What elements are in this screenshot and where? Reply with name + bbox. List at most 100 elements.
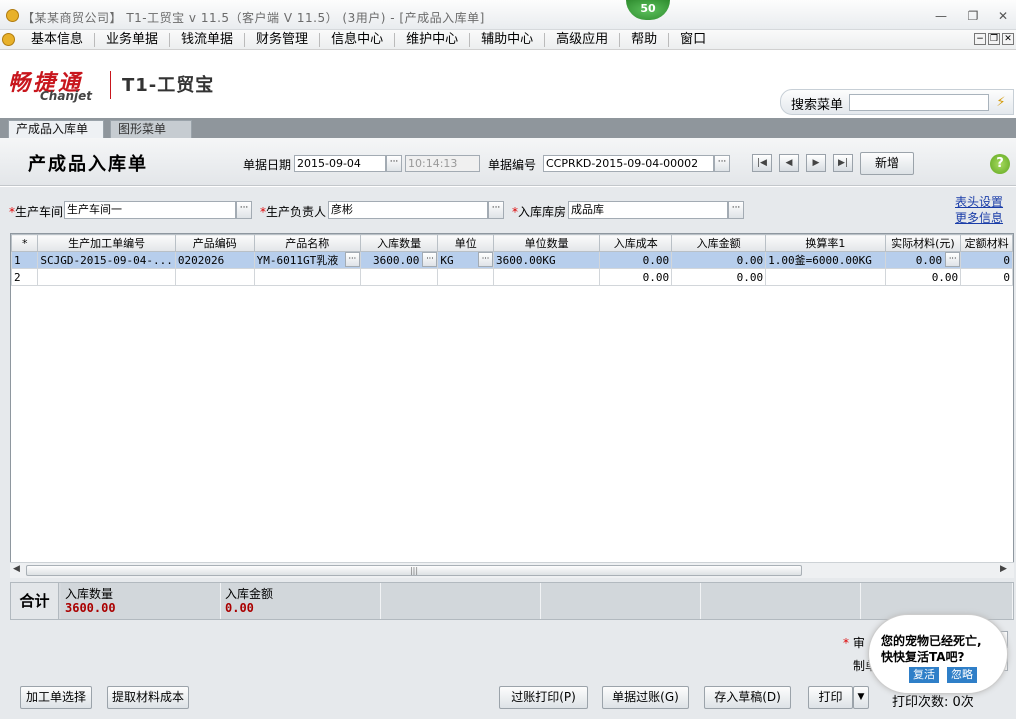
number-select-button[interactable]: ···: [714, 155, 730, 172]
date-field[interactable]: 2015-09-04: [294, 155, 386, 172]
more-info-link[interactable]: 更多信息: [955, 209, 1003, 226]
col-in-cost[interactable]: 入库成本: [599, 234, 673, 252]
detail-table: * 生产加工单编号 产品编码 产品名称 入库数量 单位 单位数量 入库成本 入库…: [11, 234, 1013, 286]
scroll-left-icon[interactable]: ◀: [13, 564, 20, 574]
pet-notification: 您的宠物已经死亡, 快快复活TA吧? 复活 忽略: [868, 614, 1008, 694]
post-and-print-button[interactable]: 过账打印(P): [499, 686, 588, 709]
qty-select-button[interactable]: ···: [422, 252, 437, 267]
warehouse-label: *入库库房: [512, 203, 566, 220]
cell-in-cost[interactable]: 0.00: [599, 268, 673, 286]
manager-field[interactable]: 彦彬: [328, 201, 488, 219]
manager-select-button[interactable]: ···: [488, 201, 504, 219]
menu-maintenance[interactable]: 维护中心: [395, 33, 471, 47]
table-row[interactable]: 2 0.00 0.00 0.00 0: [11, 268, 1013, 286]
cell-in-cost[interactable]: 0.00: [599, 251, 673, 269]
cell-unit-qty[interactable]: [493, 268, 601, 286]
cell-actual-material[interactable]: 0.00 ···: [884, 251, 962, 269]
minimize-button[interactable]: —: [932, 8, 950, 24]
product-select-button[interactable]: ···: [344, 252, 360, 267]
menu-window[interactable]: 窗口: [669, 33, 717, 47]
next-record-button[interactable]: ▶: [806, 154, 826, 172]
search-input[interactable]: [849, 94, 989, 111]
last-record-button[interactable]: ▶|: [833, 154, 853, 172]
tab-finished-goods-receipt[interactable]: 产成品入库单: [8, 120, 104, 138]
cell-conversion-rate[interactable]: [765, 268, 886, 286]
restore-button[interactable]: ❐: [964, 8, 982, 24]
cell-conversion-rate[interactable]: 1.00釜=6000.00KG: [765, 251, 886, 269]
cell-in-amount[interactable]: 0.00: [671, 251, 767, 269]
menu-business-docs[interactable]: 业务单据: [95, 33, 171, 47]
ignore-pet-button[interactable]: 忽略: [947, 667, 977, 683]
select-order-button[interactable]: 加工单选择: [20, 686, 92, 709]
fetch-material-cost-button[interactable]: 提取材料成本: [107, 686, 189, 709]
search-menu-box: 搜索菜单 ⚡: [780, 89, 1014, 115]
save-draft-button[interactable]: 存入草稿(D): [704, 686, 791, 709]
header-settings-link[interactable]: 表头设置: [955, 193, 1003, 210]
col-quota-material[interactable]: 定额材料: [960, 234, 1013, 252]
row-number: 1: [11, 251, 39, 269]
workshop-label-text: 生产车间: [15, 205, 64, 219]
auditor-label-text: 审: [852, 636, 865, 650]
cell-quota-material[interactable]: 0: [960, 251, 1013, 269]
scroll-right-icon[interactable]: ▶: [1000, 564, 1007, 574]
scroll-thumb[interactable]: |||: [26, 565, 802, 576]
workshop-field[interactable]: 生产车间一: [64, 201, 236, 219]
menu-help[interactable]: 帮助: [620, 33, 670, 47]
cell-in-amount[interactable]: 0.00: [671, 268, 767, 286]
prev-record-button[interactable]: ◀: [779, 154, 799, 172]
close-button[interactable]: ✕: [994, 8, 1012, 24]
cell-product-name[interactable]: YM-6011GT乳液 ···: [253, 251, 361, 269]
mdi-close-button[interactable]: ✕: [1002, 33, 1014, 45]
tab-graphic-menu[interactable]: 图形菜单: [110, 120, 192, 138]
required-mark: *: [843, 636, 849, 650]
cell-order-number[interactable]: [37, 268, 176, 286]
new-button[interactable]: 新增: [860, 152, 914, 175]
cell-unit-qty[interactable]: 3600.00KG: [493, 251, 601, 269]
tab-bar: 产成品入库单 图形菜单: [0, 118, 1016, 138]
material-select-button[interactable]: ···: [945, 252, 960, 267]
cell-quota-material[interactable]: 0: [960, 268, 1013, 286]
revive-pet-button[interactable]: 复活: [909, 667, 939, 683]
workshop-select-button[interactable]: ···: [236, 201, 252, 219]
menu-finance[interactable]: 财务管理: [245, 33, 321, 47]
cell-unit[interactable]: KG ···: [437, 251, 495, 269]
col-order-number[interactable]: 生产加工单编号: [37, 234, 176, 252]
date-picker-button[interactable]: ···: [386, 155, 402, 172]
menu-info-center[interactable]: 信息中心: [320, 33, 396, 47]
menu-cash-docs[interactable]: 钱流单据: [170, 33, 246, 47]
table-row[interactable]: 1 SCJGD-2015-09-04-... 0202026 YM-6011GT…: [11, 251, 1013, 269]
cell-order-number[interactable]: SCJGD-2015-09-04-...: [37, 251, 176, 269]
lightning-icon[interactable]: ⚡: [993, 94, 1009, 111]
cell-in-qty[interactable]: 3600.00 ···: [359, 251, 439, 269]
warehouse-select-button[interactable]: ···: [728, 201, 744, 219]
col-product-name[interactable]: 产品名称: [253, 234, 361, 252]
cell-in-qty[interactable]: [359, 268, 439, 286]
warehouse-field[interactable]: 成品库: [568, 201, 728, 219]
cell-product-code[interactable]: [174, 268, 255, 286]
print-button[interactable]: 打印: [808, 686, 853, 709]
menu-assist[interactable]: 辅助中心: [470, 33, 546, 47]
cell-product-name[interactable]: [253, 268, 361, 286]
col-actual-material[interactable]: 实际材料(元): [884, 234, 962, 252]
col-in-qty[interactable]: 入库数量: [359, 234, 439, 252]
col-in-amount[interactable]: 入库金额: [671, 234, 767, 252]
cell-unit[interactable]: [437, 268, 495, 286]
col-product-code[interactable]: 产品编码: [174, 234, 255, 252]
col-conversion-rate[interactable]: 换算率1: [765, 234, 886, 252]
mdi-restore-button[interactable]: ❐: [988, 33, 1000, 45]
horizontal-scrollbar[interactable]: ◀ ||| ▶: [10, 562, 1014, 578]
help-icon[interactable]: ?: [990, 154, 1010, 174]
mdi-minimize-button[interactable]: −: [974, 33, 986, 45]
grid-corner[interactable]: *: [11, 234, 39, 252]
menu-basic-info[interactable]: 基本信息: [20, 33, 96, 47]
cell-product-code[interactable]: 0202026: [174, 251, 255, 269]
number-field[interactable]: CCPRKD-2015-09-04-00002: [543, 155, 714, 172]
cell-actual-material[interactable]: 0.00: [884, 268, 962, 286]
unit-select-button[interactable]: ···: [478, 252, 493, 267]
col-unit[interactable]: 单位: [437, 234, 495, 252]
first-record-button[interactable]: |◀: [752, 154, 772, 172]
print-dropdown-button[interactable]: ▼: [853, 686, 869, 709]
col-unit-qty[interactable]: 单位数量: [493, 234, 601, 252]
post-document-button[interactable]: 单据过账(G): [602, 686, 689, 709]
menu-advanced[interactable]: 高级应用: [545, 33, 621, 47]
